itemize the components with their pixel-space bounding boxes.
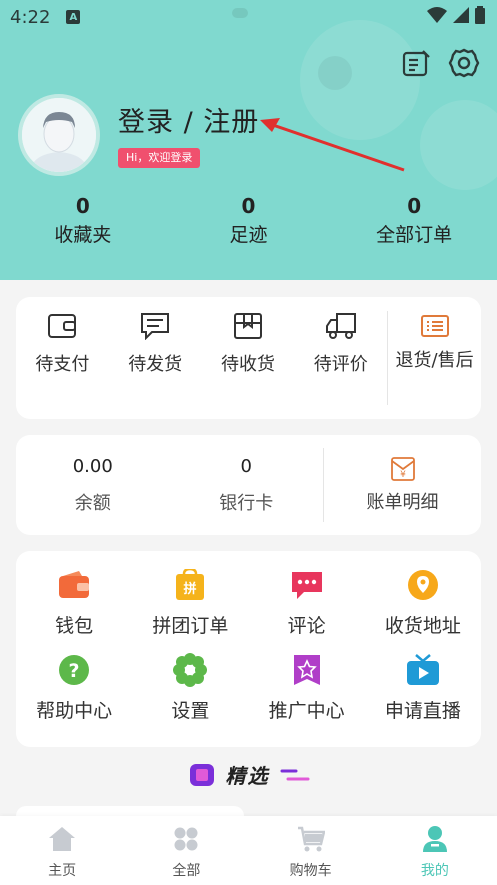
all-orders-label: 全部订单 bbox=[376, 224, 453, 246]
svg-text:?: ? bbox=[69, 660, 80, 682]
notes-icon[interactable] bbox=[399, 46, 433, 80]
status-time: 4:22 bbox=[10, 6, 51, 28]
status-bar: 4:22 A bbox=[0, 0, 497, 34]
decorative-bubble bbox=[420, 100, 497, 190]
tab-mine-label: 我的 bbox=[420, 863, 449, 879]
cart-icon bbox=[296, 824, 326, 854]
group-order-icon: 拼 bbox=[172, 567, 208, 603]
grid-icon bbox=[171, 824, 201, 854]
signal-icon bbox=[453, 7, 469, 23]
bottom-tab-bar: 主页 全部 购物车 我的 bbox=[0, 816, 497, 885]
camera-dot bbox=[232, 8, 248, 18]
service-live-label: 申请直播 bbox=[384, 700, 461, 722]
service-help[interactable]: ? 帮助中心 bbox=[16, 652, 132, 723]
order-refund-aftersales[interactable]: 退货/售后 bbox=[387, 311, 481, 405]
location-icon bbox=[405, 567, 441, 603]
service-help-label: 帮助中心 bbox=[36, 700, 113, 722]
bank-card-label: 银行卡 bbox=[219, 492, 274, 514]
decorative-bubble bbox=[318, 56, 352, 90]
favorites-label: 收藏夹 bbox=[54, 224, 112, 246]
tab-home[interactable]: 主页 bbox=[0, 816, 124, 885]
annotation-arrow bbox=[260, 118, 405, 172]
truck-icon bbox=[325, 311, 357, 341]
footprint-stat[interactable]: 0 足迹 bbox=[166, 194, 332, 247]
service-settings[interactable]: 设置 bbox=[132, 652, 248, 723]
welcome-badge: Hi，欢迎登录 bbox=[118, 148, 201, 168]
wallet-icon bbox=[56, 567, 92, 603]
comment-icon bbox=[289, 567, 325, 603]
bill-details-label: 账单明细 bbox=[366, 492, 439, 513]
tab-all[interactable]: 全部 bbox=[124, 816, 248, 885]
order-pending-payment-label: 待支付 bbox=[35, 354, 90, 375]
service-comments[interactable]: 评论 bbox=[249, 567, 365, 638]
order-pending-shipment[interactable]: 待发货 bbox=[109, 297, 202, 419]
balance-item[interactable]: 0.00 余额 bbox=[16, 456, 170, 515]
tab-cart-label: 购物车 bbox=[289, 863, 332, 879]
tab-all-label: 全部 bbox=[172, 863, 201, 879]
wifi-icon bbox=[427, 7, 447, 23]
all-orders-stat[interactable]: 0 全部订单 bbox=[331, 194, 497, 247]
order-pending-shipment-label: 待发货 bbox=[128, 354, 183, 375]
favorites-count: 0 bbox=[75, 194, 90, 218]
wallet-card: 0.00 余额 0 银行卡 ¥ 账单明细 bbox=[16, 435, 481, 535]
service-wallet[interactable]: 钱包 bbox=[16, 567, 132, 638]
footprint-label: 足迹 bbox=[229, 224, 268, 246]
featured-badge-icon bbox=[189, 763, 214, 786]
featured-deco-icon bbox=[280, 769, 309, 780]
order-pending-review-label: 待评价 bbox=[313, 354, 368, 375]
message-box-icon bbox=[140, 311, 170, 341]
wallet-outline-icon bbox=[47, 311, 77, 341]
package-icon bbox=[233, 311, 263, 341]
all-orders-count: 0 bbox=[407, 194, 422, 218]
balance-label: 余额 bbox=[74, 492, 111, 514]
service-group-orders[interactable]: 拼 拼团订单 bbox=[132, 567, 248, 638]
svg-text:拼: 拼 bbox=[184, 581, 197, 597]
order-refund-label: 退货/售后 bbox=[395, 350, 474, 371]
battery-icon bbox=[475, 6, 485, 24]
bank-card-value: 0 bbox=[240, 455, 252, 477]
login-register-link[interactable]: 登录 / 注册 bbox=[118, 100, 259, 139]
bill-envelope-icon: ¥ bbox=[390, 457, 415, 481]
featured-section-header: 精选 bbox=[0, 760, 497, 789]
service-settings-label: 设置 bbox=[171, 700, 210, 722]
service-address[interactable]: 收货地址 bbox=[365, 567, 481, 638]
order-pending-review[interactable]: 待评价 bbox=[294, 297, 387, 419]
live-tv-icon bbox=[405, 652, 441, 688]
order-pending-receipt-label: 待收货 bbox=[220, 354, 275, 375]
service-address-label: 收货地址 bbox=[384, 615, 461, 637]
featured-title: 精选 bbox=[225, 764, 270, 788]
service-wallet-label: 钱包 bbox=[55, 615, 94, 637]
promote-star-icon bbox=[289, 652, 325, 688]
favorites-stat[interactable]: 0 收藏夹 bbox=[0, 194, 166, 247]
profile-icon bbox=[420, 824, 450, 854]
notification-a-icon: A bbox=[66, 10, 81, 24]
profile-header: 4:22 A 登录 / 注册 Hi，欢迎登录 0 收藏夹 0 足迹 0 全部订单 bbox=[0, 0, 497, 280]
tab-mine[interactable]: 我的 bbox=[373, 816, 497, 885]
service-promotion-label: 推广中心 bbox=[268, 700, 345, 722]
svg-text:¥: ¥ bbox=[400, 470, 406, 480]
service-comments-label: 评论 bbox=[287, 615, 326, 637]
settings-gear-icon[interactable] bbox=[447, 46, 481, 80]
return-list-icon bbox=[420, 311, 450, 341]
order-status-card: 待支付 待发货 待收货 待评价 退货/售后 bbox=[16, 297, 481, 419]
footprint-count: 0 bbox=[241, 194, 256, 218]
services-card: 钱包 拼 拼团订单 评论 收货地址 ? 帮助中心 设置 推广中心 申请直播 bbox=[16, 551, 481, 747]
order-pending-payment[interactable]: 待支付 bbox=[16, 297, 109, 419]
help-icon: ? bbox=[56, 652, 92, 688]
bank-card-item[interactable]: 0 银行卡 bbox=[170, 456, 324, 515]
service-group-orders-label: 拼团订单 bbox=[152, 615, 229, 637]
service-promotion[interactable]: 推广中心 bbox=[249, 652, 365, 723]
avatar[interactable] bbox=[18, 94, 100, 176]
service-live[interactable]: 申请直播 bbox=[365, 652, 481, 723]
bill-details-item[interactable]: ¥ 账单明细 bbox=[323, 448, 481, 522]
home-icon bbox=[47, 824, 77, 854]
order-pending-receipt[interactable]: 待收货 bbox=[202, 297, 295, 419]
balance-value: 0.00 bbox=[72, 455, 113, 477]
tab-cart[interactable]: 购物车 bbox=[249, 816, 373, 885]
settings-flower-icon bbox=[172, 652, 208, 688]
tab-home-label: 主页 bbox=[48, 863, 77, 879]
